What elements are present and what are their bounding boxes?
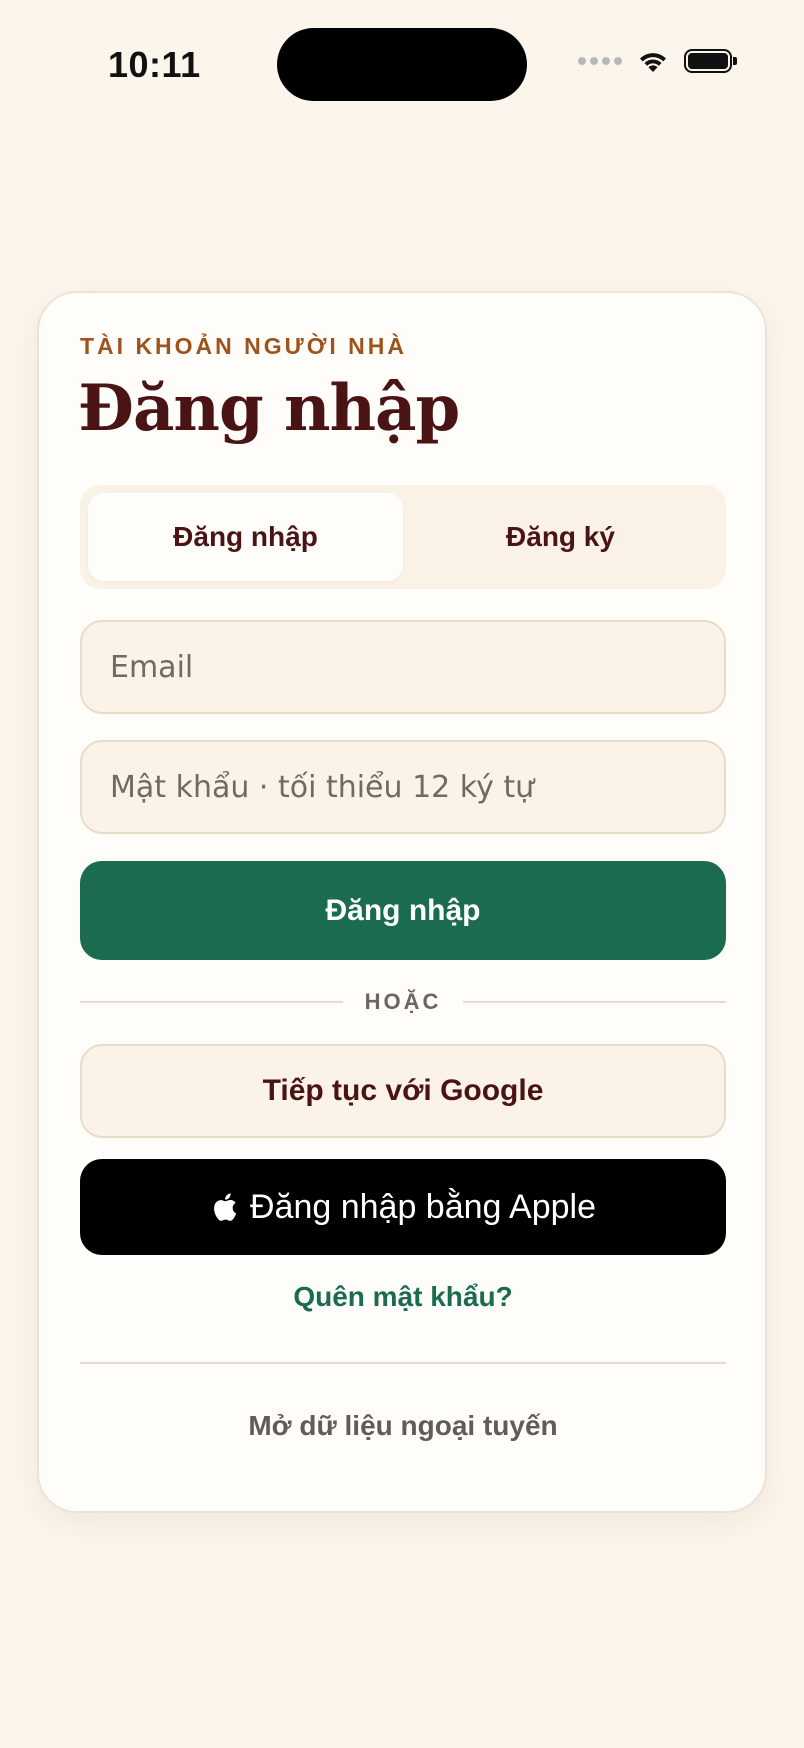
tab-login[interactable]: Đăng nhập — [88, 493, 403, 581]
apple-signin-label: Đăng nhập bằng Apple — [250, 1187, 596, 1226]
divider-line — [463, 1001, 726, 1003]
login-card: TÀI KHOẢN NGƯỜI NHÀ Đăng nhập Đăng nhập … — [37, 291, 767, 1513]
battery-icon — [684, 49, 737, 73]
status-time: 10:11 — [108, 44, 201, 85]
forgot-password-link[interactable]: Quên mật khẩu? — [80, 1281, 726, 1313]
apple-icon — [214, 1193, 237, 1221]
signal-icon — [578, 57, 622, 65]
or-divider: HOẶC — [80, 987, 726, 1017]
status-icons — [578, 48, 737, 74]
dynamic-island — [277, 28, 527, 101]
page-title: Đăng nhập — [78, 371, 460, 446]
or-label: HOẶC — [364, 989, 442, 1014]
apple-signin-button[interactable]: Đăng nhập bằng Apple — [80, 1159, 726, 1255]
email-field[interactable] — [80, 620, 726, 714]
google-signin-button[interactable]: Tiếp tục với Google — [80, 1044, 726, 1138]
login-button[interactable]: Đăng nhập — [80, 861, 726, 960]
account-type-label: TÀI KHOẢN NGƯỜI NHÀ — [80, 333, 407, 359]
password-field[interactable] — [80, 740, 726, 834]
tab-register[interactable]: Đăng ký — [403, 493, 718, 581]
auth-mode-tabs: Đăng nhập Đăng ký — [80, 485, 726, 589]
wifi-icon — [640, 53, 666, 72]
section-divider — [80, 1362, 726, 1364]
login-screen: 10:11 TÀI KHOẢN NGƯỜI NHÀ Đăng nhập Đăng… — [0, 0, 804, 1748]
open-offline-data-link[interactable]: Mở dữ liệu ngoại tuyến — [80, 1410, 726, 1442]
divider-line — [80, 1001, 343, 1003]
